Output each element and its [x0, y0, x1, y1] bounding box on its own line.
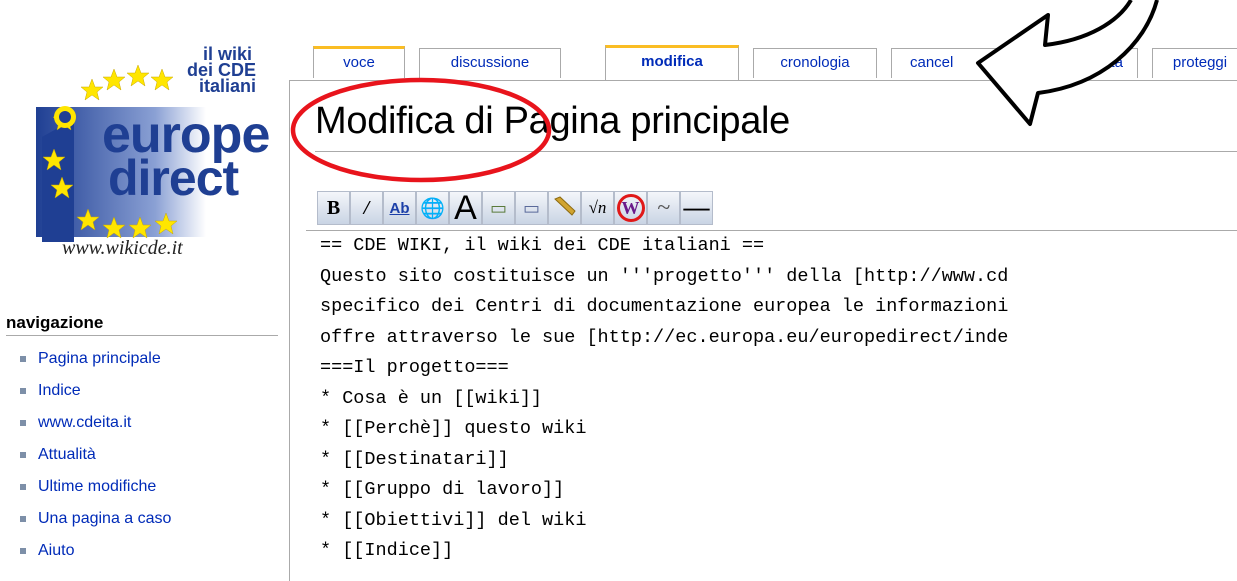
sidebar-item-aiuto[interactable]: Aiuto [20, 540, 171, 572]
bullet-icon [20, 484, 26, 490]
tab-cancella[interactable]: cancel [891, 48, 1006, 78]
editor-line: Questo sito costituisce un '''progetto''… [320, 265, 1009, 287]
math-icon: √n [588, 198, 607, 217]
signature-icon: ~ [657, 194, 670, 221]
bullet-icon [20, 452, 26, 458]
horizontal-line-button[interactable]: — [680, 191, 713, 225]
sidebar-item-label[interactable]: Indice [38, 380, 81, 402]
italic-button[interactable]: / [350, 191, 383, 225]
sidebar-item-label[interactable]: Una pagina a caso [38, 508, 171, 530]
bullet-icon [20, 388, 26, 394]
navigation-list: Pagina principale Indice www.cdeita.it A… [20, 348, 171, 572]
site-logo[interactable]: il wiki dei CDE italiani europe direct w… [21, 36, 270, 272]
bold-button[interactable]: B [317, 191, 350, 225]
external-link-button[interactable]: 🌐 [416, 191, 449, 225]
sidebar-item-attualita[interactable]: Attualità [20, 444, 171, 476]
bold-icon: B [326, 196, 341, 219]
bullet-icon [20, 356, 26, 362]
tab-cronologia[interactable]: cronologia [753, 48, 877, 78]
editor-line: * [[Obiettivi]] del wiki [320, 509, 587, 531]
editor-line: * [[Destinatari]] [320, 448, 509, 470]
sidebar-item-pagina-a-caso[interactable]: Una pagina a caso [20, 508, 171, 540]
horn-icon [553, 196, 576, 216]
horn-button[interactable] [548, 191, 581, 225]
bullet-icon [20, 516, 26, 522]
editor-line: offre attraverso le sue [http://ec.europ… [320, 326, 1009, 348]
tab-discussione[interactable]: discussione [419, 48, 561, 78]
editor-line: == CDE WIKI, il wiki dei CDE italiani == [320, 235, 765, 256]
title-divider [315, 151, 1237, 152]
external-link-icon: 🌐 [420, 197, 445, 220]
nowiki-button[interactable]: W [614, 191, 647, 225]
logo-url-text: www.wikicde.it [62, 237, 183, 259]
headline-button[interactable]: A [449, 191, 482, 225]
internal-link-icon: Ab [389, 199, 410, 217]
sidebar-item-label[interactable]: Ultime modifiche [38, 476, 156, 498]
sidebar-item-label[interactable]: Pagina principale [38, 348, 161, 370]
tab-voce[interactable]: voce [313, 46, 405, 78]
nowiki-icon: W [616, 194, 645, 222]
sidebar-item-label[interactable]: Attualità [38, 444, 96, 466]
bullet-icon [20, 548, 26, 554]
editor-line: * [[Gruppo di lavoro]] [320, 479, 565, 500]
tab-sposta[interactable]: ta [1020, 48, 1138, 78]
editor-line: specifico dei Centri di documentazione e… [320, 296, 1009, 317]
logo-tagline-3: italiani [198, 76, 256, 96]
signature-button[interactable]: ~ [647, 191, 680, 225]
media-icon: ▭ [522, 197, 540, 218]
editor-line: * [[Perchè]] questo wiki [320, 418, 587, 439]
bullet-icon [20, 420, 26, 426]
page-title: Modifica di Pagina principale [315, 100, 791, 142]
sidebar-item-label[interactable]: Aiuto [38, 540, 74, 562]
navigation-heading: navigazione [6, 313, 278, 336]
wikitext-editor[interactable]: == CDE WIKI, il wiki dei CDE italiani ==… [306, 230, 1237, 571]
editor-line: ===Il progetto=== [320, 357, 509, 378]
sidebar-item-ultime-modifiche[interactable]: Ultime modifiche [20, 476, 171, 508]
sidebar-item-pagina-principale[interactable]: Pagina principale [20, 348, 171, 380]
sidebar-item-cdeita[interactable]: www.cdeita.it [20, 412, 171, 444]
media-button[interactable]: ▭ [515, 191, 548, 225]
edit-toolbar: B / Ab 🌐 A ▭ ▭ √n W ~ — [317, 191, 713, 227]
image-button[interactable]: ▭ [482, 191, 515, 225]
logo-direct-text: direct [108, 150, 239, 206]
horizontal-line-icon: — [683, 193, 710, 222]
headline-icon: A [454, 189, 477, 227]
tab-modifica[interactable]: modifica [605, 45, 739, 80]
italic-icon: / [363, 196, 370, 219]
tab-proteggi[interactable]: proteggi [1152, 48, 1237, 78]
editor-line: * Cosa è un [[wiki]] [320, 387, 543, 409]
internal-link-button[interactable]: Ab [383, 191, 416, 225]
sidebar-item-indice[interactable]: Indice [20, 380, 171, 412]
image-icon: ▭ [489, 197, 507, 218]
sidebar-item-label[interactable]: www.cdeita.it [38, 412, 131, 434]
math-button[interactable]: √n [581, 191, 614, 225]
editor-line: * [[Indice]] [320, 540, 454, 561]
